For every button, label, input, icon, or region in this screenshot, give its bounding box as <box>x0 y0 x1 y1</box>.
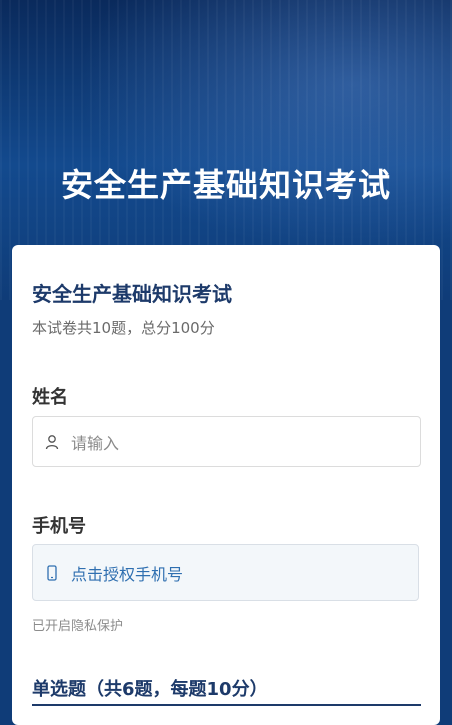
section-title: 单选题（共6题，每题10分） <box>32 679 268 700</box>
authorize-phone-label: 点击授权手机号 <box>71 564 184 584</box>
name-label: 姓名 <box>32 387 68 408</box>
hero-title: 安全生产基础知识考试 <box>60 166 391 204</box>
exam-description: 本试卷共10题，总分100分 <box>32 319 215 337</box>
user-icon <box>45 434 59 450</box>
section-divider <box>32 704 421 706</box>
privacy-note: 已开启隐私保护 <box>32 619 124 634</box>
exam-card: 安全生产基础知识考试 本试卷共10题，总分100分 姓名 请输入 手机号 点击授… <box>12 245 440 725</box>
phone-label: 手机号 <box>32 516 86 537</box>
authorize-phone-button[interactable]: 点击授权手机号 <box>32 544 419 601</box>
name-input-placeholder: 请输入 <box>71 433 120 453</box>
name-input[interactable]: 请输入 <box>32 416 421 467</box>
exam-title: 安全生产基础知识考试 <box>32 282 232 306</box>
phone-icon <box>47 564 57 581</box>
